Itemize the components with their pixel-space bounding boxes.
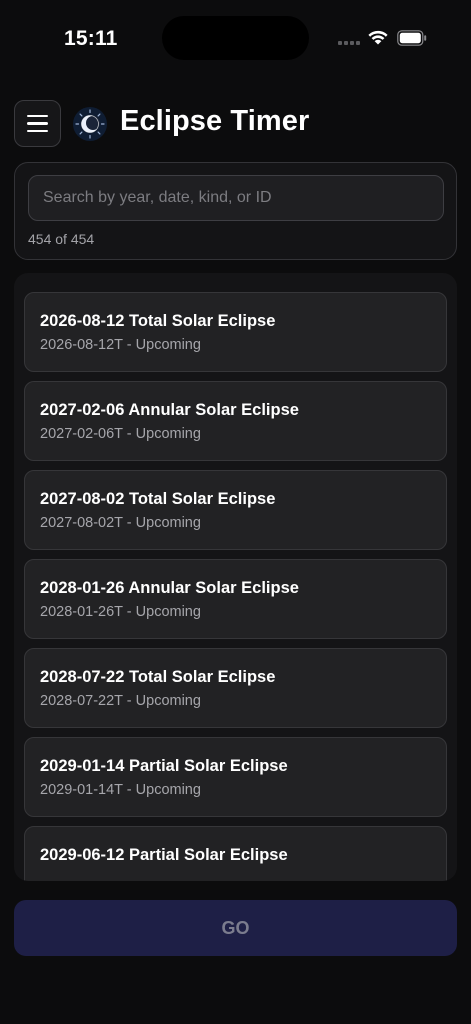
menu-button[interactable] (14, 100, 61, 147)
status-bar: 15:11 (0, 0, 471, 78)
list-item[interactable]: 2027-02-06 Annular Solar Eclipse 2027-02… (24, 381, 447, 461)
list-item[interactable]: 2029-01-14 Partial Solar Eclipse 2029-01… (24, 737, 447, 817)
eclipse-logo-icon (73, 107, 107, 141)
battery-icon (397, 30, 427, 46)
list-item-subtitle: 2028-01-26T - Upcoming (40, 604, 201, 620)
list-item-subtitle: 2028-07-22T - Upcoming (40, 693, 201, 709)
list-item-title: 2026-08-12 Total Solar Eclipse (40, 312, 276, 330)
hamburger-menu-icon (27, 114, 48, 118)
search-panel: 454 of 454 (14, 162, 457, 260)
result-count: 454 of 454 (28, 231, 95, 247)
search-input[interactable] (28, 175, 444, 221)
list-item-title: 2029-06-12 Partial Solar Eclipse (40, 846, 288, 864)
wifi-icon (368, 30, 388, 45)
list-item-subtitle: 2029-01-14T - Upcoming (40, 782, 201, 798)
list-item[interactable]: 2028-01-26 Annular Solar Eclipse 2028-01… (24, 559, 447, 639)
list-item[interactable]: 2027-08-02 Total Solar Eclipse 2027-08-0… (24, 470, 447, 550)
list-item-title: 2027-02-06 Annular Solar Eclipse (40, 401, 299, 419)
list-item-subtitle: 2027-08-02T - Upcoming (40, 515, 201, 531)
status-time: 15:11 (64, 27, 118, 50)
list-item-title: 2028-07-22 Total Solar Eclipse (40, 668, 276, 686)
list-item-title: 2028-01-26 Annular Solar Eclipse (40, 579, 299, 597)
app-title: Eclipse Timer (120, 105, 310, 137)
list-item-title: 2029-01-14 Partial Solar Eclipse (40, 757, 288, 775)
cellular-signal-icon (338, 41, 360, 45)
list-item[interactable]: 2028-07-22 Total Solar Eclipse 2028-07-2… (24, 648, 447, 728)
eclipse-list[interactable]: 2026-08-12 Total Solar Eclipse 2026-08-1… (14, 273, 457, 881)
list-item[interactable]: 2026-08-12 Total Solar Eclipse 2026-08-1… (24, 292, 447, 372)
go-button[interactable]: GO (14, 900, 457, 956)
list-item[interactable]: 2029-06-12 Partial Solar Eclipse (24, 826, 447, 881)
dynamic-island (162, 16, 309, 60)
screen: 15:11 Eclipse Timer Search by year, date… (0, 0, 471, 1024)
list-item-subtitle: 2026-08-12T - Upcoming (40, 337, 201, 353)
list-item-subtitle: 2027-02-06T - Upcoming (40, 426, 201, 442)
list-item-title: 2027-08-02 Total Solar Eclipse (40, 490, 276, 508)
